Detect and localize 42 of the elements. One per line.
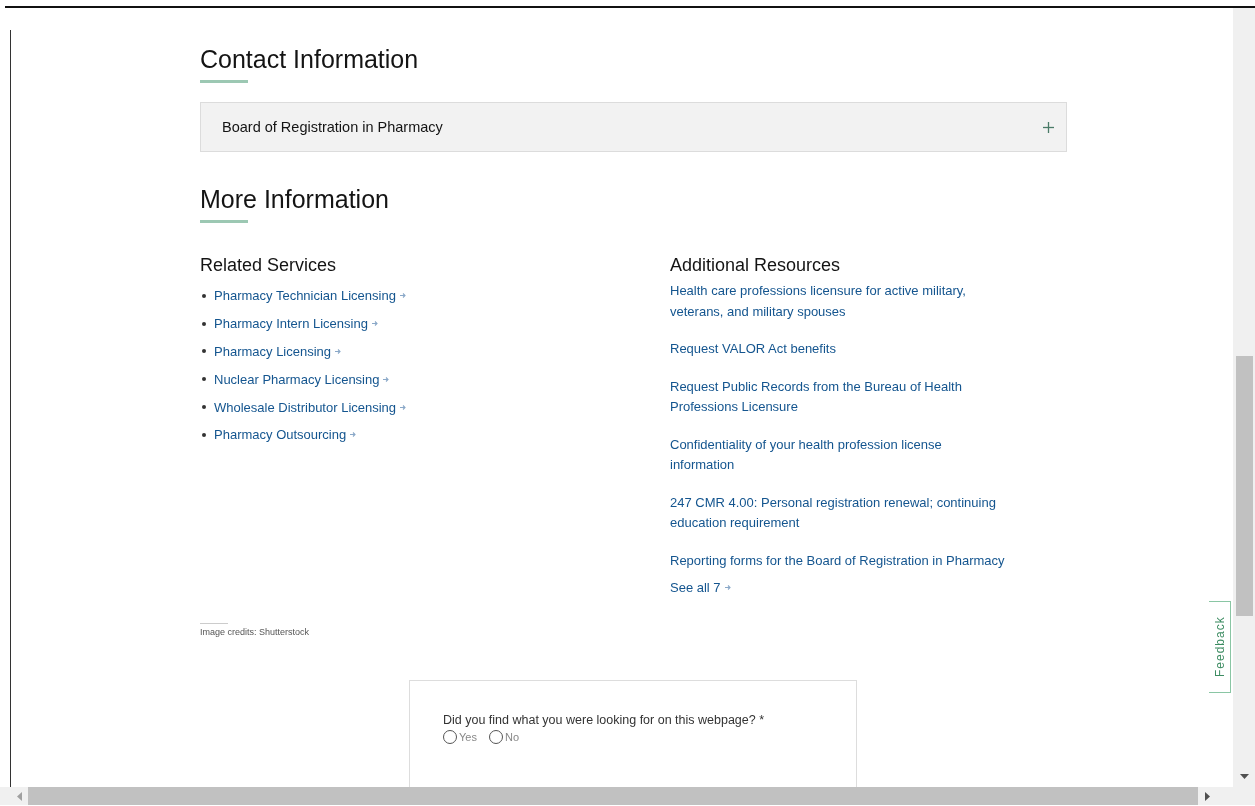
arrow-icon	[400, 403, 407, 411]
vertical-scrollbar[interactable]	[1233, 8, 1255, 787]
image-credits: Image credits: Shutterstock	[200, 627, 311, 637]
feedback-tab[interactable]: Feedback	[1209, 601, 1231, 693]
section-heading: More Information	[200, 184, 390, 214]
service-link[interactable]: Wholesale Distributor Licensing	[214, 399, 397, 415]
resource-link[interactable]: Request Public Records from the Bureau of Health Professions Licensure	[670, 376, 1005, 418]
bullet-icon	[202, 293, 206, 298]
resource-link[interactable]: Confidentiality of your health profession license information	[670, 434, 1005, 476]
arrow-icon	[399, 292, 406, 300]
arrow-icon	[335, 348, 342, 355]
arrow-icon	[383, 375, 390, 383]
bullet-icon	[202, 405, 206, 410]
arrow-icon	[724, 584, 731, 591]
service-link[interactable]: Pharmacy Licensing	[214, 344, 332, 359]
section-heading: Contact Information	[200, 44, 420, 74]
resource-link[interactable]: Reporting forms for the Board of Registration in Pharmacy	[670, 550, 1005, 571]
resource-link[interactable]: Request VALOR Act benefits	[670, 339, 1005, 360]
service-link[interactable]: Nuclear Pharmacy Licensing	[214, 371, 380, 387]
column-heading: Related Services	[200, 254, 338, 277]
accordion-header[interactable]: Board of Registration in Pharmacy	[200, 102, 1067, 152]
column-heading: Additional Resources	[670, 254, 842, 277]
see-all-link[interactable]: See all 7	[670, 580, 721, 595]
bullet-icon	[202, 377, 206, 382]
bullet-icon	[202, 349, 206, 354]
service-link[interactable]: Pharmacy Technician Licensing	[214, 288, 396, 304]
arrow-icon	[371, 320, 378, 328]
bullet-icon	[202, 432, 206, 437]
scroll-thumb[interactable]	[1236, 356, 1253, 616]
scroll-right-icon[interactable]	[1205, 791, 1210, 801]
survey-question: Did you find what you were looking for on this webpage? *	[443, 713, 766, 727]
radio-label: Yes	[459, 731, 477, 743]
bullet-icon	[202, 321, 206, 326]
resource-link[interactable]: 247 CMR 4.00: Personal registration renewal; continuing education requirement	[670, 492, 1005, 534]
scroll-down-icon[interactable]	[1240, 774, 1249, 779]
radio-label: No	[504, 731, 519, 743]
resource-link[interactable]: Health care professions licensure for active military, veterans, and military spouses	[670, 281, 1005, 322]
plus-icon	[1043, 121, 1054, 133]
service-link[interactable]: Pharmacy Outsourcing	[214, 427, 347, 443]
scroll-left-icon[interactable]	[17, 791, 22, 801]
arrow-icon	[350, 431, 357, 439]
service-link[interactable]: Pharmacy Intern Licensing	[214, 316, 368, 332]
